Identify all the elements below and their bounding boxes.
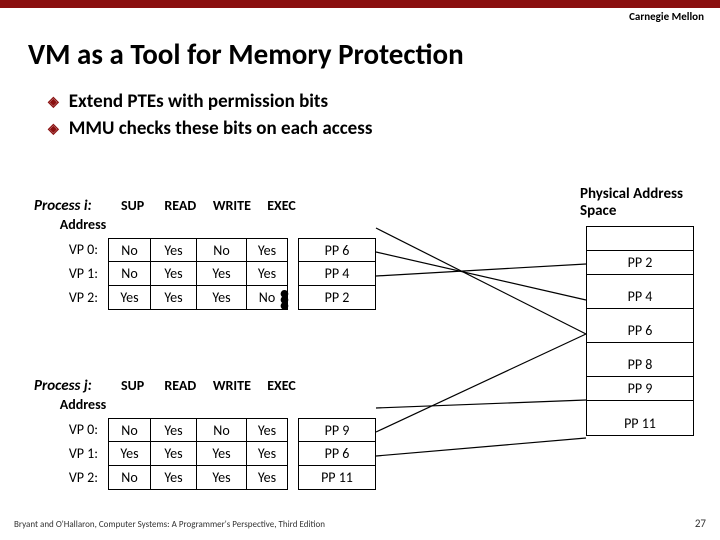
cell-sup: No xyxy=(108,418,150,442)
footer-citation: Bryant and O'Hallaron, Computer Systems:… xyxy=(14,519,325,530)
bullet-text: Extend PTEs with permission bits xyxy=(69,90,328,113)
col-exec: EXEC xyxy=(261,197,303,214)
phys-gap xyxy=(587,343,693,353)
table-row: VP 2: Yes Yes Yes No PP 2 xyxy=(34,286,394,310)
col-write: WRITE xyxy=(207,377,257,394)
phys-page: PP 11 xyxy=(587,411,693,435)
cell-write: Yes xyxy=(196,466,246,490)
cell-write: Yes xyxy=(196,442,246,466)
university-label: Carnegie Mellon xyxy=(629,10,704,23)
bullet-item: ◈ MMU checks these bits on each access xyxy=(48,117,372,140)
top-bar xyxy=(0,0,720,8)
table-row: VP 2: No Yes Yes Yes PP 11 xyxy=(34,466,394,490)
cell-exec: Yes xyxy=(246,238,288,262)
cell-addr: PP 6 xyxy=(298,238,376,262)
cell-exec: Yes xyxy=(246,466,288,490)
row-label: VP 1: xyxy=(34,442,108,466)
col-sup: SUP xyxy=(112,197,154,214)
cell-addr: PP 11 xyxy=(298,466,376,490)
table-row: VP 0: No Yes No Yes PP 9 xyxy=(34,418,394,442)
slide-title: VM as a Tool for Memory Protection xyxy=(28,36,464,72)
cell-sup: No xyxy=(108,238,150,262)
cell-read: Yes xyxy=(150,418,196,442)
slide: Carnegie Mellon VM as a Tool for Memory … xyxy=(0,0,720,540)
cell-sup: Yes xyxy=(108,286,150,310)
cell-read: Yes xyxy=(150,262,196,286)
cell-write: No xyxy=(196,238,246,262)
col-addr: Address xyxy=(44,216,122,233)
vertical-ellipsis-icon: ••• xyxy=(280,290,289,308)
bullet-item: ◈ Extend PTEs with permission bits xyxy=(48,90,372,113)
table-row: VP 1: No Yes Yes Yes PP 4 xyxy=(34,262,394,286)
page-number: 27 xyxy=(695,517,706,530)
col-write: WRITE xyxy=(207,197,257,214)
col-read: READ xyxy=(157,197,203,214)
phys-page: PP 6 xyxy=(587,319,693,343)
bullet-icon: ◈ xyxy=(48,122,59,136)
row-label: VP 0: xyxy=(34,238,108,262)
cell-addr: PP 2 xyxy=(298,286,376,310)
table-header-row: Process j: SUP READ WRITE EXEC Address xyxy=(34,376,394,414)
cell-sup: No xyxy=(108,466,150,490)
process-j-table: Process j: SUP READ WRITE EXEC Address V… xyxy=(34,376,394,490)
col-addr: Address xyxy=(44,396,122,413)
phys-gap xyxy=(587,275,693,285)
phys-page: PP 2 xyxy=(587,251,693,275)
phys-space-title: Physical Address Space xyxy=(580,186,700,221)
cell-write: Yes xyxy=(196,286,246,310)
phys-page: PP 9 xyxy=(587,377,693,401)
phys-space: PP 2 PP 4 PP 6 PP 8 PP 9 PP 11 xyxy=(586,226,694,436)
phys-page xyxy=(587,227,693,251)
process-i-label: Process i: xyxy=(34,197,108,215)
bullet-icon: ◈ xyxy=(48,95,59,109)
cell-write: Yes xyxy=(196,262,246,286)
bullet-text: MMU checks these bits on each access xyxy=(69,117,373,140)
phys-page: PP 8 xyxy=(587,353,693,377)
cell-addr: PP 9 xyxy=(298,418,376,442)
cell-read: Yes xyxy=(150,286,196,310)
table-row: VP 1: Yes Yes Yes Yes PP 6 xyxy=(34,442,394,466)
table-header-row: Process i: SUP READ WRITE EXEC Address xyxy=(34,196,394,234)
process-j-label: Process j: xyxy=(34,377,108,395)
bullet-list: ◈ Extend PTEs with permission bits ◈ MMU… xyxy=(48,90,372,144)
cell-exec: Yes xyxy=(246,418,288,442)
cell-addr: PP 4 xyxy=(298,262,376,286)
col-read: READ xyxy=(157,377,203,394)
row-label: VP 0: xyxy=(34,418,108,442)
table-row: VP 0: No Yes No Yes PP 6 xyxy=(34,238,394,262)
row-label: VP 2: xyxy=(34,466,108,490)
row-label: VP 1: xyxy=(34,262,108,286)
cell-read: Yes xyxy=(150,238,196,262)
phys-gap xyxy=(587,309,693,319)
cell-addr: PP 6 xyxy=(298,442,376,466)
cell-read: Yes xyxy=(150,442,196,466)
cell-write: No xyxy=(196,418,246,442)
col-sup: SUP xyxy=(112,377,154,394)
phys-page: PP 4 xyxy=(587,285,693,309)
cell-sup: Yes xyxy=(108,442,150,466)
cell-read: Yes xyxy=(150,466,196,490)
cell-sup: No xyxy=(108,262,150,286)
col-exec: EXEC xyxy=(261,377,303,394)
process-i-table: Process i: SUP READ WRITE EXEC Address V… xyxy=(34,196,394,310)
phys-gap xyxy=(587,401,693,411)
row-label: VP 2: xyxy=(34,286,108,310)
cell-exec: Yes xyxy=(246,442,288,466)
